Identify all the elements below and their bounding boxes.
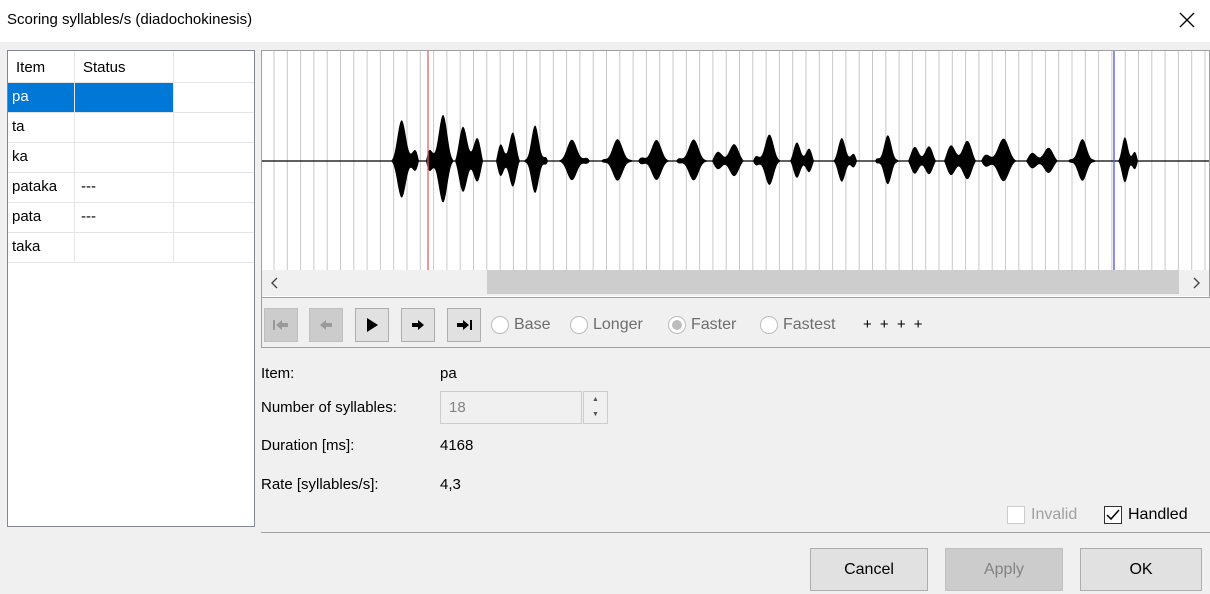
waveform-canvas[interactable] (262, 51, 1209, 271)
window-title: Scoring syllables/s (diadochokinesis) (7, 11, 253, 28)
radio-circle (760, 316, 778, 334)
radio-label: Longer (593, 316, 643, 333)
list-row-pataka[interactable]: pataka --- (8, 173, 254, 203)
syllables-stepper[interactable]: ▲ ▼ (583, 391, 608, 424)
checkbox-box (1007, 506, 1025, 524)
radio-longer[interactable]: Longer (570, 316, 643, 334)
radio-label: Faster (691, 316, 737, 333)
row-item: taka (8, 233, 75, 262)
list-row-pata[interactable]: pata --- (8, 203, 254, 233)
row-filler (174, 83, 254, 112)
arrow-left-icon (320, 320, 332, 330)
list-row-ta[interactable]: ta (8, 113, 254, 143)
list-header: Item Status (8, 51, 254, 83)
row-status: --- (75, 173, 174, 202)
row-item: pataka (8, 173, 75, 202)
go-to-end-button[interactable] (447, 308, 481, 342)
row-item: ka (8, 143, 75, 172)
previous-button[interactable] (309, 308, 343, 342)
next-button[interactable] (401, 308, 435, 342)
item-label: Item: (261, 365, 295, 382)
ok-button[interactable]: OK (1080, 548, 1202, 591)
radio-fastest[interactable]: Fastest (760, 316, 835, 334)
radio-label: Base (514, 316, 551, 333)
list-row-ka[interactable]: ka (8, 143, 254, 173)
duration-label: Duration [ms]: (261, 437, 355, 454)
row-filler (174, 113, 254, 142)
row-status: --- (75, 203, 174, 232)
radio-circle (570, 316, 588, 334)
row-item: ta (8, 113, 75, 142)
row-filler (174, 143, 254, 172)
arrow-right-icon (412, 320, 424, 330)
skip-to-start-icon (273, 320, 288, 330)
checkbox-label: Invalid (1031, 506, 1078, 523)
go-to-start-button[interactable] (264, 308, 298, 342)
row-status (75, 113, 174, 142)
column-header-item[interactable]: Item (8, 51, 75, 82)
item-value: pa (440, 365, 457, 382)
play-icon (367, 318, 378, 332)
radio-base[interactable]: Base (491, 316, 550, 334)
stepper-down-icon[interactable]: ▼ (584, 407, 607, 422)
radio-faster[interactable]: Faster (668, 316, 736, 334)
row-filler (174, 173, 254, 202)
close-button[interactable] (1164, 0, 1210, 40)
row-filler (174, 203, 254, 232)
skip-to-end-icon (457, 320, 472, 330)
checkbox-box (1104, 506, 1122, 524)
radio-dot (672, 320, 682, 330)
row-filler (174, 233, 254, 262)
waveform-view[interactable] (261, 50, 1210, 298)
syllable-markers: + + + + (863, 316, 925, 333)
horizontal-scrollbar[interactable] (262, 270, 1209, 296)
row-status (75, 233, 174, 262)
radio-label: Fastest (783, 316, 836, 333)
radio-circle (491, 316, 509, 334)
invalid-checkbox[interactable]: Invalid (1007, 506, 1077, 524)
rate-value: 4,3 (440, 476, 461, 493)
handled-checkbox[interactable]: Handled (1104, 506, 1188, 524)
list-row-pa[interactable]: pa (8, 83, 254, 113)
row-item: pata (8, 203, 75, 232)
column-header-empty (174, 51, 254, 82)
list-row-taka[interactable]: taka (8, 233, 254, 263)
item-list[interactable]: Item Status pa ta ka pataka --- pata ---… (7, 50, 255, 527)
column-header-status[interactable]: Status (75, 51, 174, 82)
duration-value: 4168 (440, 437, 474, 454)
checkbox-label: Handled (1128, 506, 1188, 523)
scroll-right-button[interactable] (1183, 270, 1209, 296)
cancel-button[interactable]: Cancel (810, 548, 928, 591)
play-button[interactable] (355, 308, 389, 342)
checkmark-icon (1106, 509, 1120, 521)
scroll-left-button[interactable] (262, 270, 288, 296)
scrollbar-thumb[interactable] (487, 270, 1179, 294)
rate-label: Rate [syllables/s]: (261, 476, 379, 493)
syllables-spinbox[interactable]: 18 (440, 391, 582, 424)
stepper-up-icon[interactable]: ▲ (584, 392, 607, 407)
waveform-signal (391, 115, 1138, 203)
row-status (75, 143, 174, 172)
row-status (75, 83, 174, 112)
apply-button[interactable]: Apply (945, 548, 1063, 591)
close-icon (1179, 12, 1195, 28)
chevron-right-icon (1193, 277, 1200, 289)
title-bar: Scoring syllables/s (diadochokinesis) (0, 0, 1210, 42)
radio-circle (668, 316, 686, 334)
playback-toolbar: Base Longer Faster Fastest + + + + (261, 298, 1210, 348)
chevron-left-icon (271, 277, 278, 289)
footer-separator (261, 532, 1210, 533)
syllables-label: Number of syllables: (261, 399, 397, 416)
row-item: pa (8, 83, 75, 112)
